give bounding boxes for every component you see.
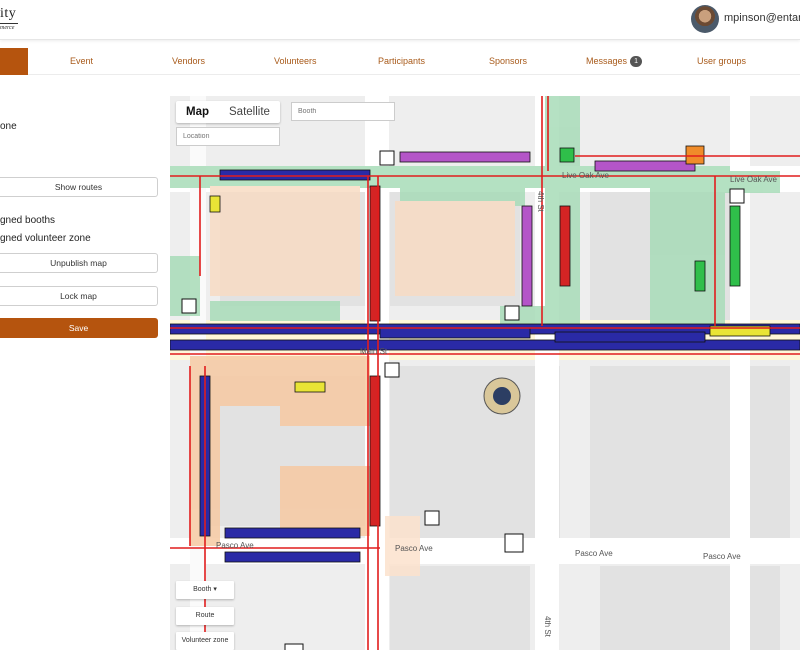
map-type-satellite[interactable]: Satellite [219, 101, 280, 123]
street-label: Pasco Ave [395, 544, 433, 553]
street-label: Live Oak Ave [730, 175, 778, 184]
logo-rule [0, 23, 18, 24]
unpublish-map-button[interactable]: Unpublish map [0, 253, 158, 273]
booth-search-input[interactable] [291, 102, 395, 121]
street-label: Pasco Ave [216, 541, 254, 550]
nav-item-sponsors[interactable]: Sponsors [489, 56, 527, 66]
map-sidebar: one Show routes gned booths gned volunte… [0, 96, 170, 650]
street-label: 4th St [543, 616, 552, 638]
nav-item-vendors[interactable]: Vendors [172, 56, 205, 66]
top-bar: ity merce mpinson@entan [0, 0, 800, 40]
police-badge-marker[interactable] [483, 377, 521, 415]
nav-item-volunteers[interactable]: Volunteers [274, 56, 317, 66]
volunteer-zone-button[interactable]: Volunteer zone [176, 632, 234, 650]
map-canvas[interactable]: Live Oak Ave Live Oak Ave Pasco Ave Pasc… [170, 96, 800, 650]
nav-item-participants[interactable]: Participants [378, 56, 425, 66]
logo-line1: ity [0, 6, 17, 21]
assigned-volunteer-zone-label[interactable]: gned volunteer zone [0, 233, 91, 244]
messages-count-badge: 1 [630, 56, 643, 67]
show-routes-button[interactable]: Show routes [0, 177, 158, 197]
booth-dropdown-label: Booth [193, 586, 212, 593]
street-label: Pasco Ave [575, 549, 613, 558]
chevron-down-icon: ▾ [213, 586, 217, 593]
assigned-booths-label[interactable]: gned booths [0, 215, 55, 226]
map-type-map[interactable]: Map [176, 101, 219, 123]
map-type-toggle: Map Satellite [176, 101, 280, 123]
sidebar-label-zone: one [0, 121, 17, 132]
logo-line2: merce [0, 25, 15, 31]
event-map[interactable]: Live Oak Ave Live Oak Ave Pasco Ave Pasc… [170, 96, 800, 650]
user-email[interactable]: mpinson@entan [724, 12, 800, 24]
nav-item-user-groups[interactable]: User groups [697, 56, 746, 66]
nav-item-active[interactable] [0, 48, 28, 75]
nav-item-messages-label: Messages [586, 56, 628, 66]
street-label: 4th St [536, 191, 545, 213]
street-label: Main St [360, 347, 388, 356]
nav-item-messages[interactable]: Messages 1 [586, 56, 643, 67]
logo[interactable]: ity merce [0, 4, 40, 36]
route-button[interactable]: Route [176, 607, 234, 625]
street-label: Pasco Ave [703, 552, 741, 561]
street-label: Live Oak Ave [562, 171, 610, 180]
lock-map-button[interactable]: Lock map [0, 286, 158, 306]
location-search-input[interactable] [176, 127, 280, 146]
nav-item-event[interactable]: Event [70, 56, 93, 66]
avatar[interactable] [691, 5, 719, 33]
main-nav: Event Vendors Volunteers Participants Sp… [0, 48, 800, 75]
save-button[interactable]: Save [0, 318, 158, 338]
booth-dropdown[interactable]: Booth ▾ [176, 581, 234, 599]
